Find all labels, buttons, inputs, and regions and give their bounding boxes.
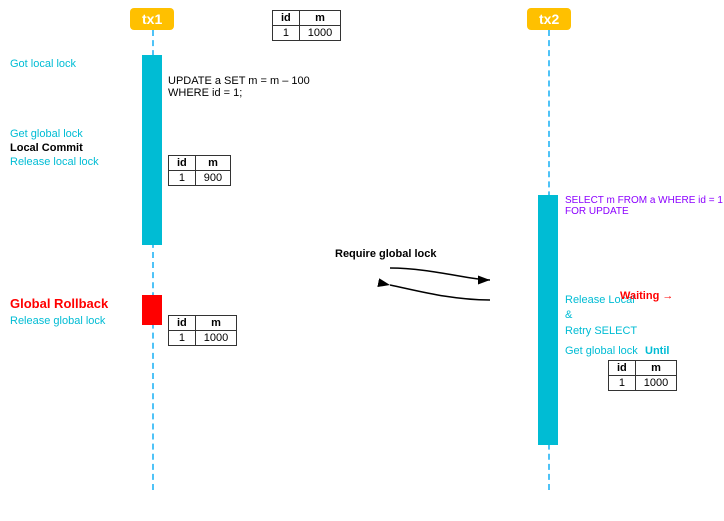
main-container: idm 11000 tx1 tx2 Got local lock Get glo…	[0, 0, 724, 521]
require-global-lock-arrows	[0, 0, 724, 521]
